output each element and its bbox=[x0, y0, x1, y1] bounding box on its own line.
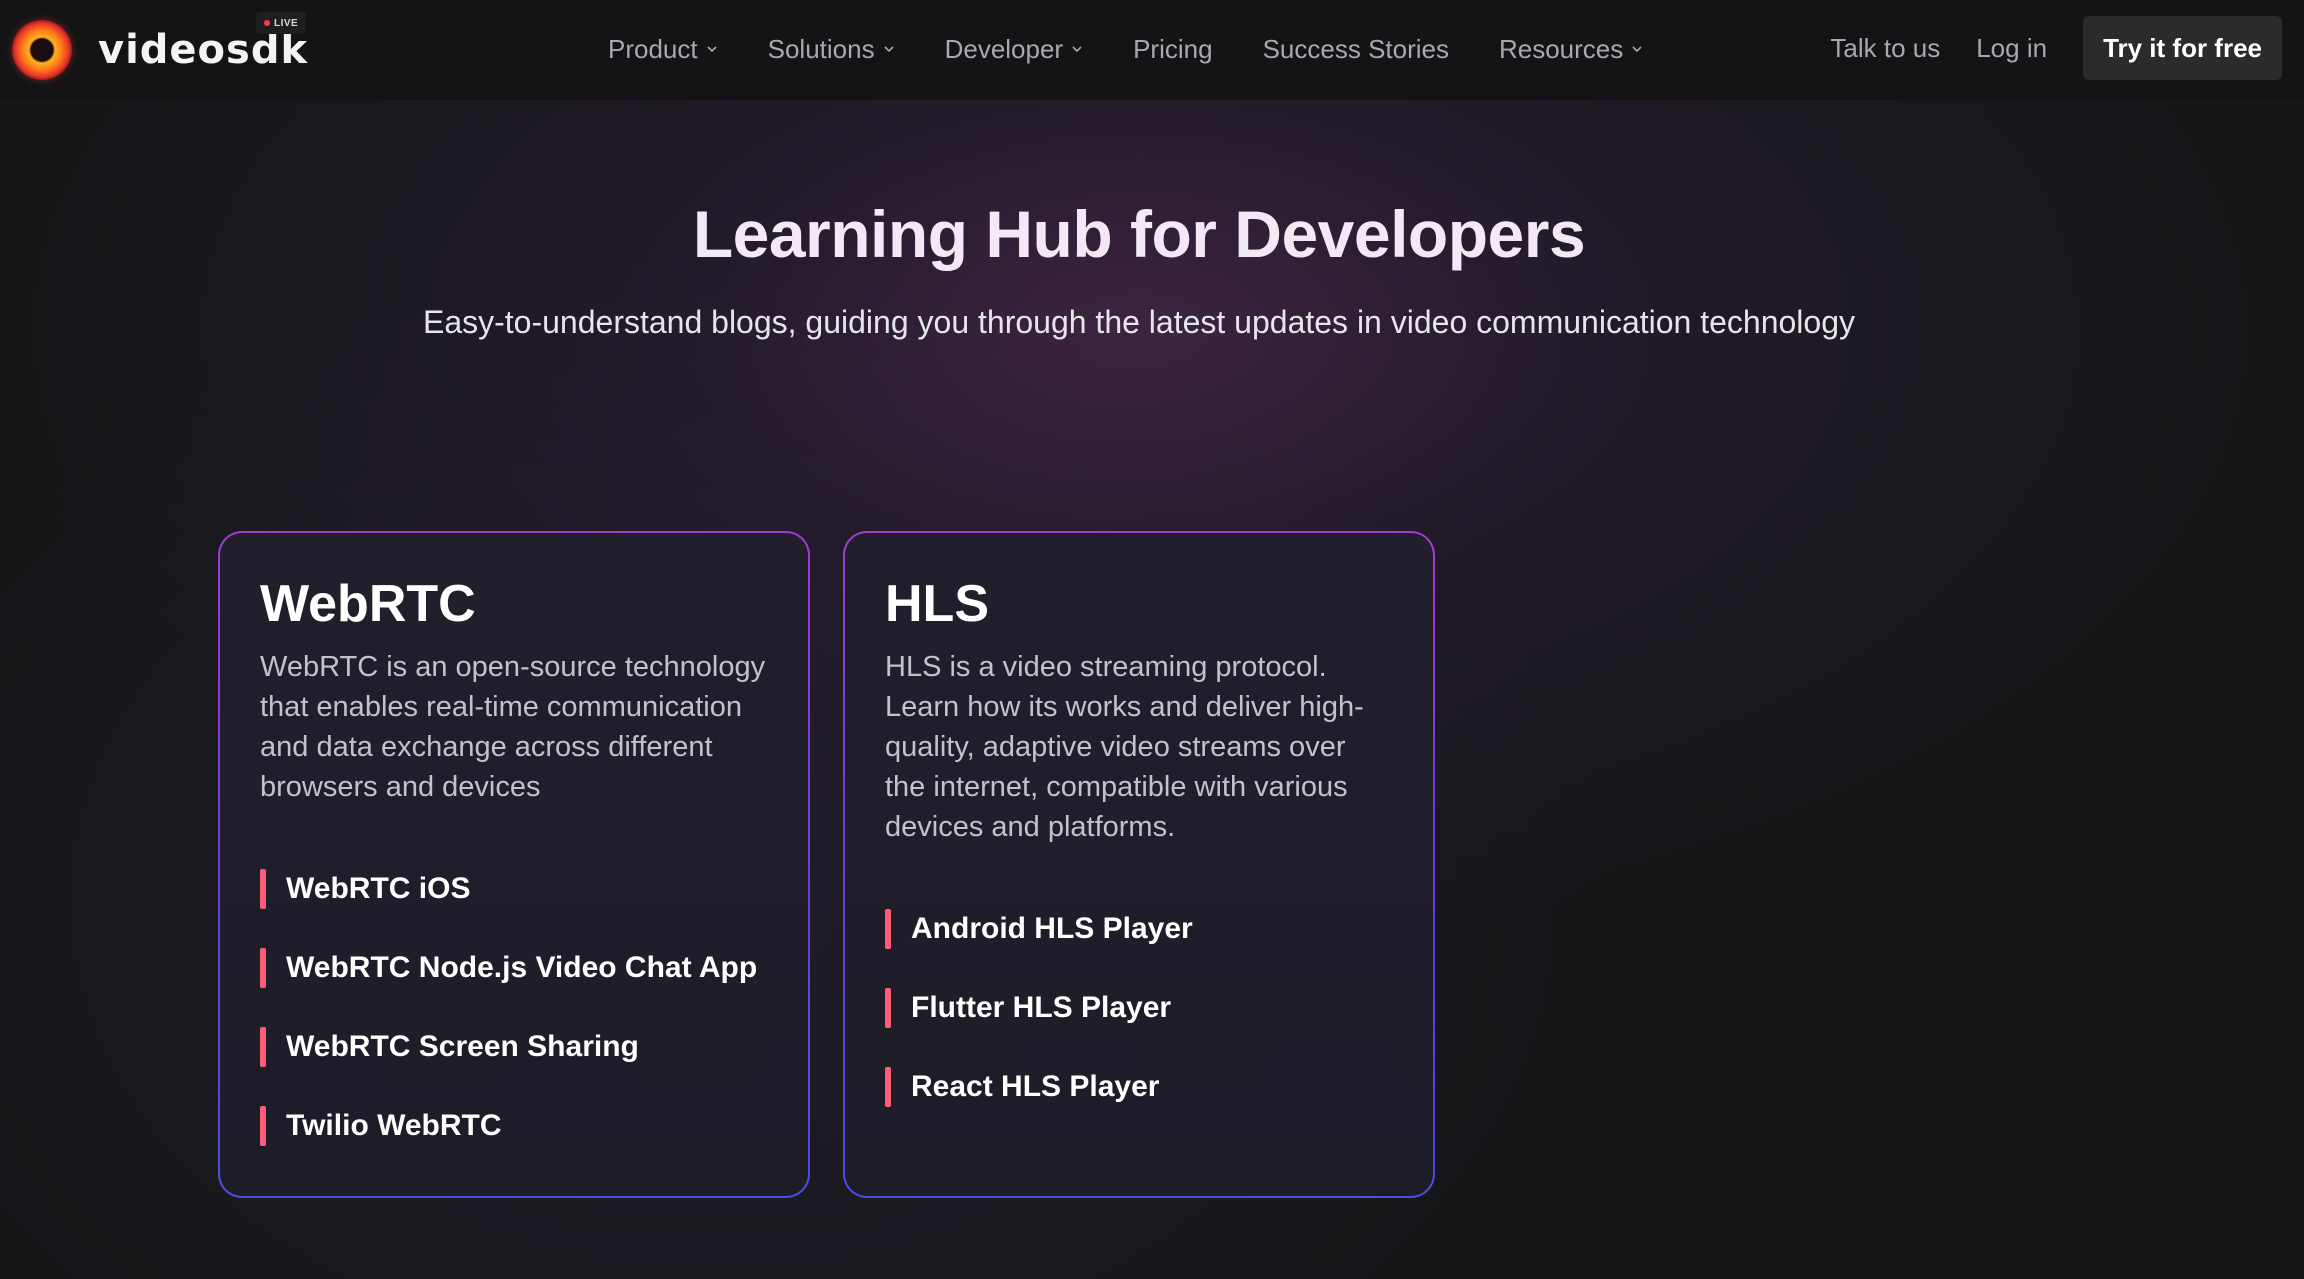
link-label: Android HLS Player bbox=[911, 912, 1193, 946]
main-menu: Product Solutions Developer Pricing Succ… bbox=[608, 30, 1693, 68]
page-title: Learning Hub for Developers bbox=[692, 197, 1586, 271]
card-title: WebRTC bbox=[260, 575, 476, 633]
account-actions: Talk to us Log in Try it for free bbox=[1830, 16, 2282, 80]
link-flutter-hls-player[interactable]: Flutter HLS Player bbox=[885, 988, 1393, 1029]
live-dot-icon bbox=[264, 20, 270, 26]
talk-to-us-link[interactable]: Talk to us bbox=[1830, 33, 1940, 64]
chevron-down-icon bbox=[1632, 46, 1642, 53]
link-label: WebRTC Screen Sharing bbox=[286, 1030, 639, 1064]
card-title: HLS bbox=[885, 575, 989, 633]
menu-item-developer[interactable]: Developer bbox=[945, 34, 1084, 65]
menu-item-label: Success Stories bbox=[1262, 33, 1449, 64]
brand-logo[interactable]: videosdk LIVE bbox=[12, 12, 308, 80]
card-description: HLS is a video streaming protocol. Learn… bbox=[885, 651, 1364, 844]
card-links: WebRTC iOS WebRTC Node.js Video Chat App… bbox=[260, 869, 768, 1147]
webrtc-card: WebRTC WebRTC is an open-source technolo… bbox=[218, 531, 810, 1198]
page-subtitle: Easy-to-understand blogs, guiding you th… bbox=[422, 304, 1855, 340]
link-label: React HLS Player bbox=[911, 1070, 1160, 1104]
accent-bar bbox=[885, 1067, 891, 1108]
menu-item-solutions[interactable]: Solutions bbox=[768, 34, 895, 65]
accent-bar bbox=[260, 869, 266, 910]
menu-item-product[interactable]: Product bbox=[608, 34, 718, 65]
card-links: Android HLS Player Flutter HLS Player Re… bbox=[885, 909, 1393, 1108]
accent-bar bbox=[260, 948, 266, 989]
link-react-hls-player[interactable]: React HLS Player bbox=[885, 1067, 1393, 1108]
menu-item-label: Resources bbox=[1498, 33, 1624, 64]
link-label: WebRTC iOS bbox=[286, 872, 471, 906]
menu-item-success-stories[interactable]: Success Stories bbox=[1263, 34, 1449, 65]
live-badge: LIVE bbox=[256, 12, 307, 34]
link-webrtc-screen-sharing[interactable]: WebRTC Screen Sharing bbox=[260, 1027, 768, 1068]
try-free-button[interactable]: Try it for free bbox=[2083, 16, 2282, 80]
menu-item-resources[interactable]: Resources bbox=[1499, 34, 1643, 65]
logo-icon bbox=[12, 20, 72, 80]
menu-item-label: Developer bbox=[944, 33, 1064, 64]
link-twilio-webrtc[interactable]: Twilio WebRTC bbox=[260, 1106, 768, 1147]
menu-item-label: Solutions bbox=[767, 33, 875, 64]
link-label: Twilio WebRTC bbox=[286, 1109, 502, 1143]
accent-bar bbox=[885, 988, 891, 1029]
accent-bar bbox=[885, 909, 891, 950]
hls-card: HLS HLS is a video streaming protocol. L… bbox=[843, 531, 1435, 1198]
link-android-hls-player[interactable]: Android HLS Player bbox=[885, 909, 1393, 950]
accent-bar bbox=[260, 1106, 266, 1147]
chevron-down-icon bbox=[1072, 46, 1082, 53]
accent-bar bbox=[260, 1027, 266, 1068]
link-webrtc-nodejs-video-chat[interactable]: WebRTC Node.js Video Chat App bbox=[260, 948, 768, 989]
chevron-down-icon bbox=[884, 46, 894, 53]
menu-item-label: Pricing bbox=[1133, 33, 1213, 64]
menu-item-label: Product bbox=[608, 33, 698, 64]
link-webrtc-ios[interactable]: WebRTC iOS bbox=[260, 869, 768, 910]
login-link[interactable]: Log in bbox=[1976, 33, 2047, 64]
top-navbar: videosdk LIVE Product Solutions Develope… bbox=[0, 0, 2304, 100]
live-badge-label: LIVE bbox=[274, 17, 299, 29]
menu-item-pricing[interactable]: Pricing bbox=[1133, 34, 1212, 65]
link-label: Flutter HLS Player bbox=[911, 991, 1172, 1025]
page: videosdk LIVE Product Solutions Develope… bbox=[0, 0, 2304, 1279]
chevron-down-icon bbox=[707, 46, 717, 53]
card-description: WebRTC is an open-source technology that… bbox=[260, 651, 766, 804]
link-label: WebRTC Node.js Video Chat App bbox=[286, 951, 758, 985]
